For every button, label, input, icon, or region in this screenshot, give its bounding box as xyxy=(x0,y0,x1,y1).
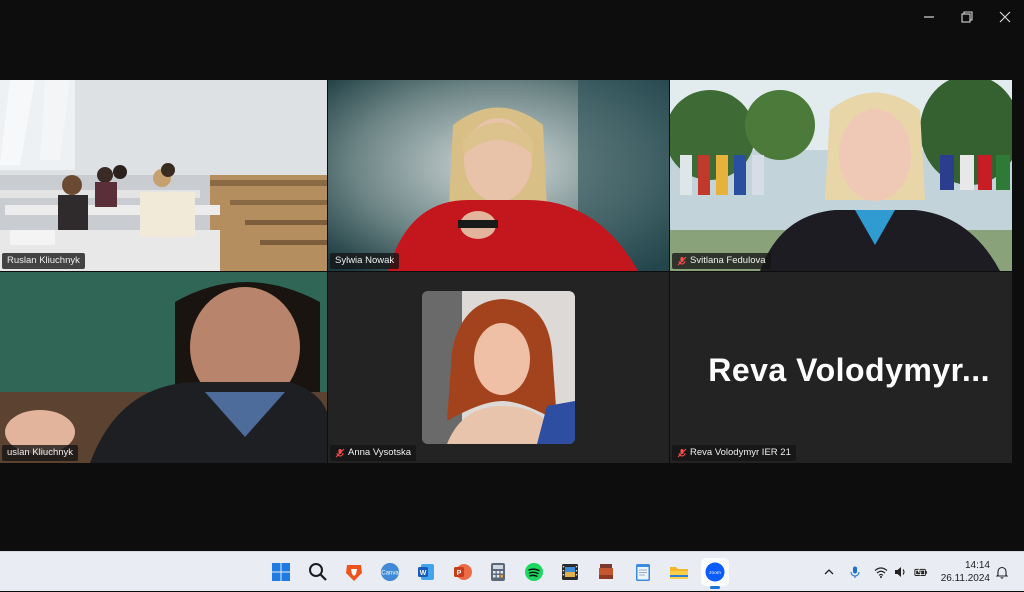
word-icon[interactable]: W xyxy=(412,558,440,586)
video-tile-reva[interactable]: Reva Volodymyr... Reva Volodymyr IER 21 xyxy=(670,272,1012,463)
windows-start-icon[interactable] xyxy=(267,558,295,586)
bell-icon[interactable] xyxy=(994,552,1010,592)
video-tile-anna[interactable]: Anna Vysotska xyxy=(328,272,669,463)
restore-icon[interactable] xyxy=(948,0,986,34)
clock-date: 26.11.2024 xyxy=(940,573,990,584)
system-clock[interactable]: 14:14 26.11.2024 xyxy=(941,559,990,585)
classroom-video-feed xyxy=(0,80,327,271)
participant-nametag: Sylwia Nowak xyxy=(330,253,400,269)
zoom-window: Ruslan Kliuchnyk Sylwia Nowak Svitlana F… xyxy=(0,0,1024,551)
participant-nametag: Reva Volodymyr IER 21 xyxy=(672,445,796,461)
wifi-icon[interactable] xyxy=(872,552,890,592)
zoom-icon[interactable]: zoom xyxy=(701,558,729,589)
clock-time: 14:14 xyxy=(964,560,990,571)
participant-display-name: Reva Volodymyr... xyxy=(708,352,990,388)
participant-name: Reva Volodymyr IER 21 xyxy=(690,447,791,458)
volume-icon[interactable] xyxy=(891,552,909,592)
svg-text:W: W xyxy=(420,570,427,577)
participant-nametag: Svitlana Fedulova xyxy=(672,253,771,269)
video-tile-svitlana[interactable]: Svitlana Fedulova xyxy=(670,80,1012,271)
canva-icon[interactable]: Canva xyxy=(376,558,404,586)
microphone-icon[interactable] xyxy=(846,552,864,592)
muted-mic-icon xyxy=(677,448,687,458)
film-editor-icon[interactable] xyxy=(556,558,584,586)
muted-mic-icon xyxy=(335,448,345,458)
svg-text:Canva: Canva xyxy=(381,571,399,577)
participant-name: Svitlana Fedulova xyxy=(690,255,766,266)
close-icon[interactable] xyxy=(986,0,1024,34)
video-tile-sylwia[interactable]: Sylwia Nowak xyxy=(328,80,669,271)
sylwia-video-feed xyxy=(328,80,669,271)
archive-app-icon[interactable] xyxy=(592,558,620,586)
minimize-icon[interactable] xyxy=(910,0,948,34)
brave-browser-icon[interactable] xyxy=(340,558,368,586)
powerpoint-icon[interactable]: P xyxy=(448,558,476,586)
battery-icon[interactable] xyxy=(911,552,931,592)
participant-name: Anna Vysotska xyxy=(348,447,412,458)
notepad-icon[interactable] xyxy=(629,558,657,586)
participant-nametag: Anna Vysotska xyxy=(330,445,417,461)
muted-mic-icon xyxy=(677,256,687,266)
spotify-icon[interactable] xyxy=(520,558,548,586)
taskbar: Canva W P zoom 14:14 26.11.2024 xyxy=(0,551,1024,591)
participant-name: uslan Kliuchnyk xyxy=(7,447,74,458)
participant-nametag: uslan Kliuchnyk xyxy=(2,445,79,461)
participant-name: Ruslan Kliuchnyk xyxy=(7,255,80,266)
search-icon[interactable] xyxy=(304,558,332,586)
participant-name: Sylwia Nowak xyxy=(335,255,395,266)
file-explorer-icon[interactable] xyxy=(665,558,693,586)
anna-profile-photo xyxy=(422,291,575,444)
participant-nametag: Ruslan Kliuchnyk xyxy=(2,253,85,269)
video-tile-classroom[interactable]: Ruslan Kliuchnyk xyxy=(0,80,327,271)
svitlana-video-feed xyxy=(670,80,1012,271)
video-tile-active-speaker[interactable]: uslan Kliuchnyk xyxy=(0,272,327,463)
speaker-video-feed xyxy=(0,272,327,463)
svg-text:P: P xyxy=(457,570,462,577)
zoom-label: zoom xyxy=(709,571,721,576)
chevron-up-icon[interactable] xyxy=(820,552,838,592)
calculator-icon[interactable] xyxy=(484,558,512,586)
